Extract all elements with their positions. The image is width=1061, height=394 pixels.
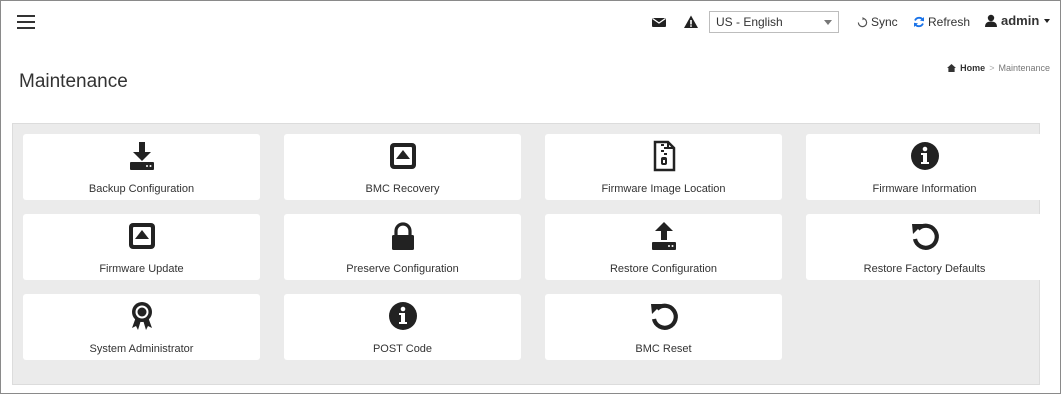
language-select[interactable]: US - English: [709, 11, 839, 33]
user-menu[interactable]: admin: [984, 13, 1051, 28]
envelope-icon[interactable]: [651, 14, 667, 30]
sync-button[interactable]: Sync: [857, 15, 898, 29]
tile-firmware-information[interactable]: Firmware Information: [806, 134, 1043, 200]
tile-preserve-configuration[interactable]: Preserve Configuration: [284, 214, 521, 280]
tile-label: Firmware Update: [99, 263, 184, 275]
tile-label: BMC Recovery: [365, 183, 440, 195]
maintenance-panel: Backup Configuration BMC Recovery Firmwa…: [12, 123, 1043, 385]
tile-bmc-reset[interactable]: BMC Reset: [545, 294, 782, 360]
eject-square-icon: [128, 223, 155, 249]
award-icon: [131, 302, 152, 330]
breadcrumb: Home > Maintenance: [947, 63, 1050, 73]
tile-firmware-image-location[interactable]: Firmware Image Location: [545, 134, 782, 200]
info-circle-icon: [910, 142, 939, 170]
tile-label: Restore Configuration: [609, 263, 717, 275]
username-label: admin: [1001, 13, 1040, 28]
tile-label: Preserve Configuration: [346, 263, 459, 275]
warning-icon[interactable]: [683, 14, 699, 30]
tile-backup-configuration[interactable]: Backup Configuration: [23, 134, 260, 200]
tile-label: BMC Reset: [635, 343, 692, 355]
zip-file-icon: [653, 140, 675, 172]
breadcrumb-current: Maintenance: [998, 63, 1050, 73]
breadcrumb-separator: >: [989, 63, 995, 73]
sync-icon: [857, 16, 868, 27]
download-drive-icon: [129, 142, 154, 170]
top-navbar: US - English Sync Refresh admin: [1, 1, 1060, 45]
language-select-value: US - English: [716, 15, 783, 29]
tile-restore-configuration[interactable]: Restore Configuration: [545, 214, 782, 280]
upload-drive-icon: [651, 222, 676, 250]
undo-icon: [911, 223, 939, 250]
eject-square-icon: [389, 143, 416, 169]
tile-label: POST Code: [372, 343, 433, 355]
tile-post-code[interactable]: POST Code: [284, 294, 521, 360]
tile-firmware-update[interactable]: Firmware Update: [23, 214, 260, 280]
chevron-down-icon: [824, 20, 832, 25]
tile-bmc-recovery[interactable]: BMC Recovery: [284, 134, 521, 200]
sync-label: Sync: [871, 15, 898, 29]
tile-label: Firmware Image Location: [601, 183, 726, 195]
tile-label: System Administrator: [89, 343, 194, 355]
refresh-icon: [914, 16, 924, 28]
hamburger-menu-icon[interactable]: [17, 15, 35, 29]
page-title: Maintenance: [19, 71, 128, 92]
tile-label: Backup Configuration: [88, 183, 195, 195]
info-circle-icon: [388, 302, 417, 330]
refresh-label: Refresh: [928, 15, 971, 29]
tile-label: Restore Factory Defaults: [863, 263, 986, 275]
user-icon: [985, 14, 997, 27]
app-frame: US - English Sync Refresh admin Maintena…: [0, 0, 1061, 394]
tile-label: Firmware Information: [872, 183, 977, 195]
tile-restore-factory-defaults[interactable]: Restore Factory Defaults: [806, 214, 1043, 280]
lock-icon: [391, 222, 414, 250]
undo-icon: [650, 303, 678, 330]
tile-system-administrator[interactable]: System Administrator: [23, 294, 260, 360]
breadcrumb-home-link[interactable]: Home: [960, 63, 985, 73]
home-icon: [947, 64, 957, 72]
refresh-button[interactable]: Refresh: [913, 15, 970, 29]
caret-down-icon: [1044, 18, 1051, 23]
